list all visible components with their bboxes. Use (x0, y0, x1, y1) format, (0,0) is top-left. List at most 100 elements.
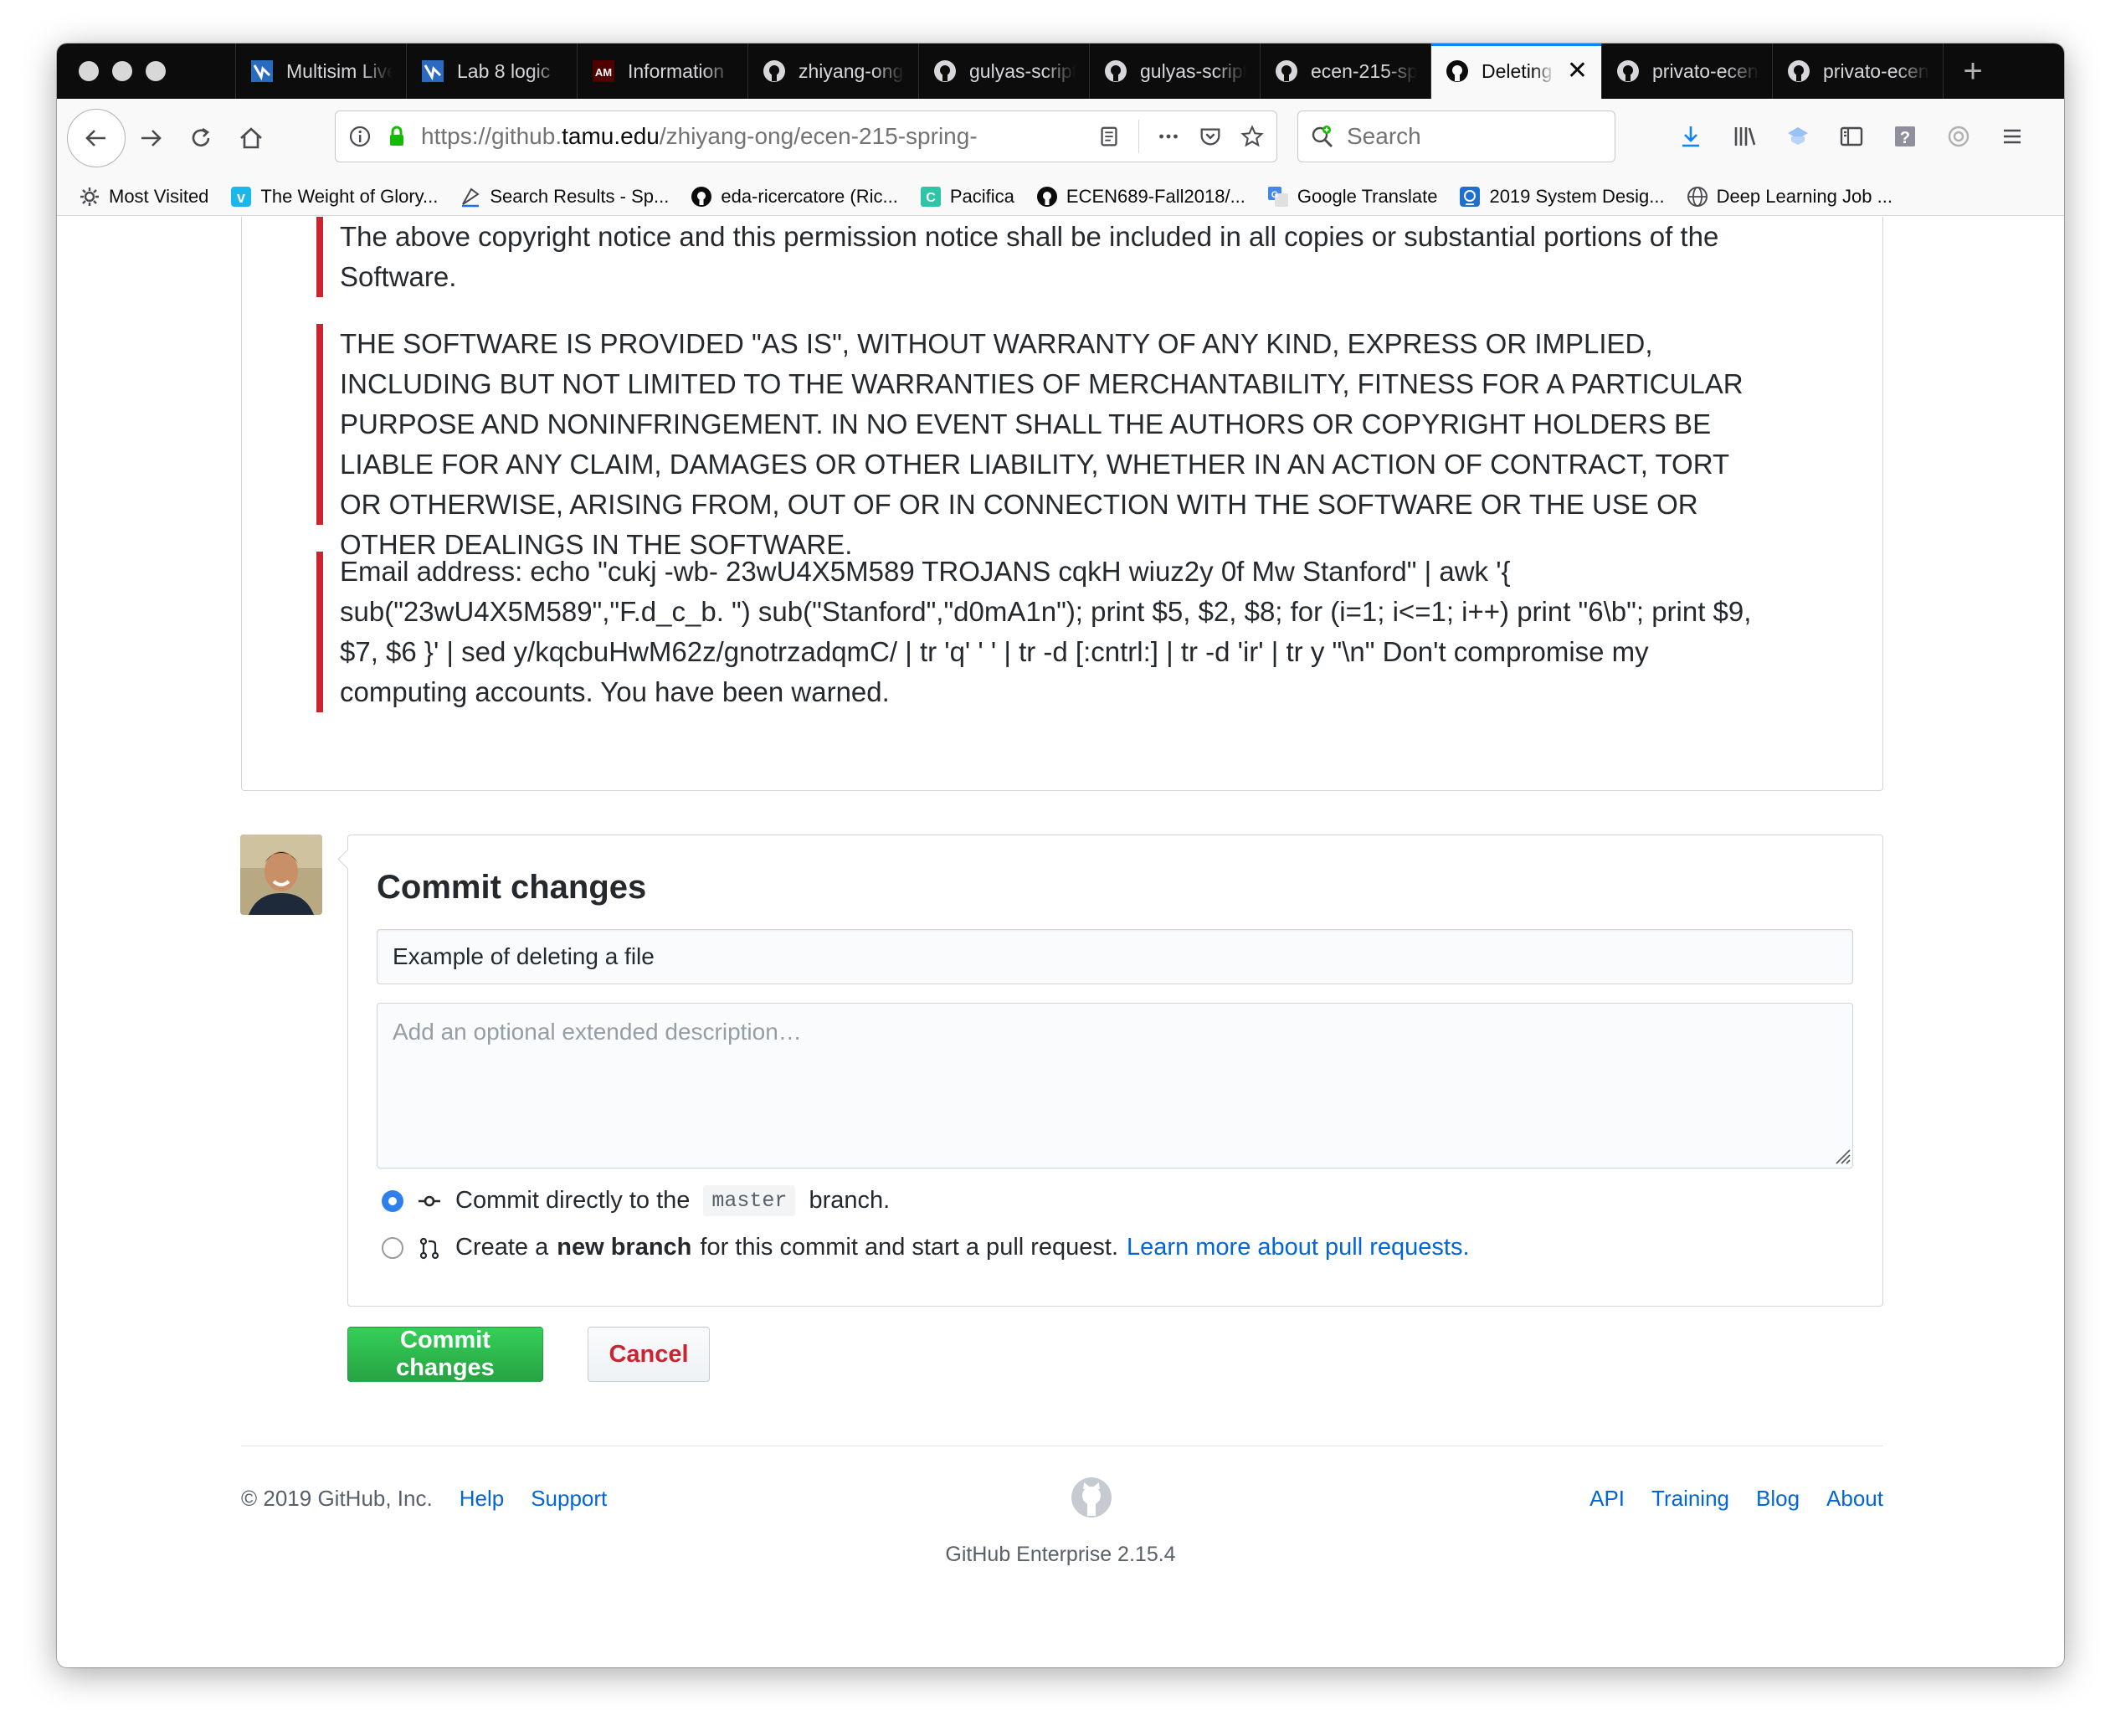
bookmark-label: Google Translate (1297, 185, 1438, 207)
home-button[interactable] (226, 113, 276, 163)
new-branch-option[interactable]: Create a new branch for this commit and … (382, 1234, 1470, 1261)
new-branch-radio[interactable] (382, 1236, 403, 1259)
bookmark-eda-ricercatore[interactable]: eda-ricercatore (Ric... (691, 186, 898, 208)
commit-summary-input[interactable] (377, 929, 1853, 984)
bookmark-ecen689[interactable]: ECEN689-Fall2018/... (1036, 186, 1245, 208)
commit-changes-button[interactable]: Commit changes (347, 1327, 543, 1382)
extension-button[interactable] (1781, 120, 1815, 153)
bookmark-search-results[interactable]: Search Results - Sp... (460, 186, 669, 208)
lock-icon[interactable] (384, 124, 409, 149)
url-bar[interactable]: https://github.tamu.edu/zhiyang-ong/ecen… (335, 110, 1277, 162)
tab-label: ecen-215-spring (1311, 59, 1417, 82)
svg-text:AM: AM (595, 66, 612, 79)
tab-strip: Multisim Live Lab 8 logic AM Information… (57, 44, 2064, 99)
github-icon (1615, 59, 1641, 84)
tab-zhiyang-ong[interactable]: zhiyang-ong (747, 44, 918, 99)
url-host: tamu.edu (562, 123, 660, 149)
more-actions-icon[interactable] (1156, 124, 1181, 149)
close-tab-icon[interactable]: ✕ (1567, 59, 1588, 84)
footer-help-link[interactable]: Help (460, 1486, 504, 1512)
license-paragraph-email: Email address: echo "cukj -wb- 23wU4X5M5… (316, 552, 1756, 712)
toolbar-buttons: ? (1674, 110, 2029, 162)
bookmark-google-translate[interactable]: G Google Translate (1267, 185, 1438, 208)
tab-lab-8-logic[interactable]: Lab 8 logic (406, 44, 577, 99)
bookmark-label: Most Visited (109, 185, 209, 207)
commit-direct-radio[interactable] (382, 1189, 403, 1212)
help-button[interactable]: ? (1888, 120, 1922, 153)
navigation-bar: https://github.tamu.edu/zhiyang-ong/ecen… (57, 99, 2064, 177)
resize-grip-icon[interactable] (1831, 1145, 1851, 1165)
reader-view-icon[interactable] (1096, 124, 1122, 149)
sidebar-button[interactable] (1835, 120, 1868, 153)
tab-ecen-215[interactable]: ecen-215-spring (1260, 44, 1430, 99)
bookmark-label: 2019 System Desig... (1489, 185, 1665, 207)
bookmark-label: eda-ricercatore (Ric... (721, 185, 898, 207)
commit-direct-option[interactable]: Commit directly to the master branch. (382, 1185, 890, 1216)
footer-api-link[interactable]: API (1589, 1486, 1625, 1512)
svg-text:v: v (237, 189, 245, 206)
minimize-window-button[interactable] (112, 61, 132, 81)
bookmark-most-visited[interactable]: Most Visited (79, 186, 208, 208)
translate-icon: G (1267, 186, 1289, 208)
github-icon (932, 59, 958, 84)
bookmark-pacifica[interactable]: C Pacifica (920, 186, 1014, 208)
zoom-window-button[interactable] (146, 61, 166, 81)
bookmarks-toolbar: Most Visited v The Weight of Glory... Se… (57, 177, 2064, 216)
cancel-button[interactable]: Cancel (588, 1327, 710, 1382)
close-window-button[interactable] (79, 61, 99, 81)
pocket-icon[interactable] (1198, 124, 1223, 149)
commit-title: Commit changes (377, 869, 647, 906)
bookmark-star-icon[interactable] (1240, 124, 1265, 149)
option-new-bold: new branch (557, 1234, 692, 1261)
arrow-left-icon (85, 130, 105, 146)
avatar[interactable] (240, 835, 322, 915)
option-direct-text: Commit directly to the (455, 1187, 691, 1214)
svg-text:?: ? (1900, 129, 1910, 147)
footer-blog-link[interactable]: Blog (1756, 1486, 1800, 1512)
github-mark-icon[interactable] (1070, 1476, 1113, 1519)
tab-privato-ecen[interactable]: privato-ecen (1601, 44, 1772, 99)
footer-training-link[interactable]: Training (1651, 1486, 1729, 1512)
tab-label: Deleting (1482, 59, 1553, 82)
tab-multisim-live[interactable]: Multisim Live (235, 44, 406, 99)
bookmark-deep-learning-job[interactable]: Deep Learning Job ... (1687, 186, 1892, 208)
multisim-icon (420, 59, 445, 84)
account-button[interactable] (1942, 120, 1975, 153)
tab-privato-ecen-2[interactable]: privato-ecen (1772, 44, 1943, 99)
commit-description-field[interactable] (377, 1003, 1853, 1168)
tab-gulyas-scripts[interactable]: gulyas-scripts (918, 44, 1089, 99)
home-icon (240, 127, 262, 149)
tamu-icon: AM (591, 59, 616, 84)
info-icon[interactable] (347, 124, 372, 149)
library-button[interactable] (1728, 120, 1761, 153)
reload-button[interactable] (176, 113, 226, 163)
tab-label: gulyas-scripts (1140, 59, 1246, 82)
conference-icon (1459, 186, 1481, 208)
bookmark-label: ECEN689-Fall2018/... (1066, 185, 1245, 207)
bookmark-system-design[interactable]: 2019 System Desig... (1459, 185, 1665, 208)
bookmark-weight-of-glory[interactable]: v The Weight of Glory... (230, 186, 438, 208)
back-button[interactable] (67, 109, 126, 167)
svg-text:G: G (1271, 190, 1279, 200)
tab-deleting[interactable]: Deleting ✕ (1430, 44, 1601, 99)
tab-label: Lab 8 logic (457, 59, 551, 82)
url-text[interactable]: https://github.tamu.edu/zhiyang-ong/ecen… (421, 123, 1085, 150)
tab-information[interactable]: AM Information (577, 44, 747, 99)
github-icon (1445, 59, 1470, 84)
github-icon (691, 186, 712, 208)
menu-button[interactable] (1995, 120, 2029, 153)
tab-label: gulyas-scripts (969, 59, 1076, 82)
footer-support-link[interactable]: Support (531, 1486, 607, 1512)
search-bar[interactable]: Search (1297, 110, 1615, 162)
learn-more-link[interactable]: Learn more about pull requests. (1127, 1234, 1469, 1261)
new-tab-button[interactable]: + (1943, 44, 2002, 99)
footer-about-link[interactable]: About (1826, 1486, 1883, 1512)
search-icon (1310, 124, 1335, 149)
github-icon (762, 59, 787, 84)
tab-gulyas-scripts-2[interactable]: gulyas-scripts (1089, 44, 1260, 99)
svg-text:C: C (926, 191, 936, 205)
forward-button[interactable] (126, 113, 176, 163)
downloads-button[interactable] (1674, 120, 1708, 153)
footer-right: API Training Blog About (1589, 1486, 1883, 1512)
tab-label: Information (628, 59, 725, 82)
